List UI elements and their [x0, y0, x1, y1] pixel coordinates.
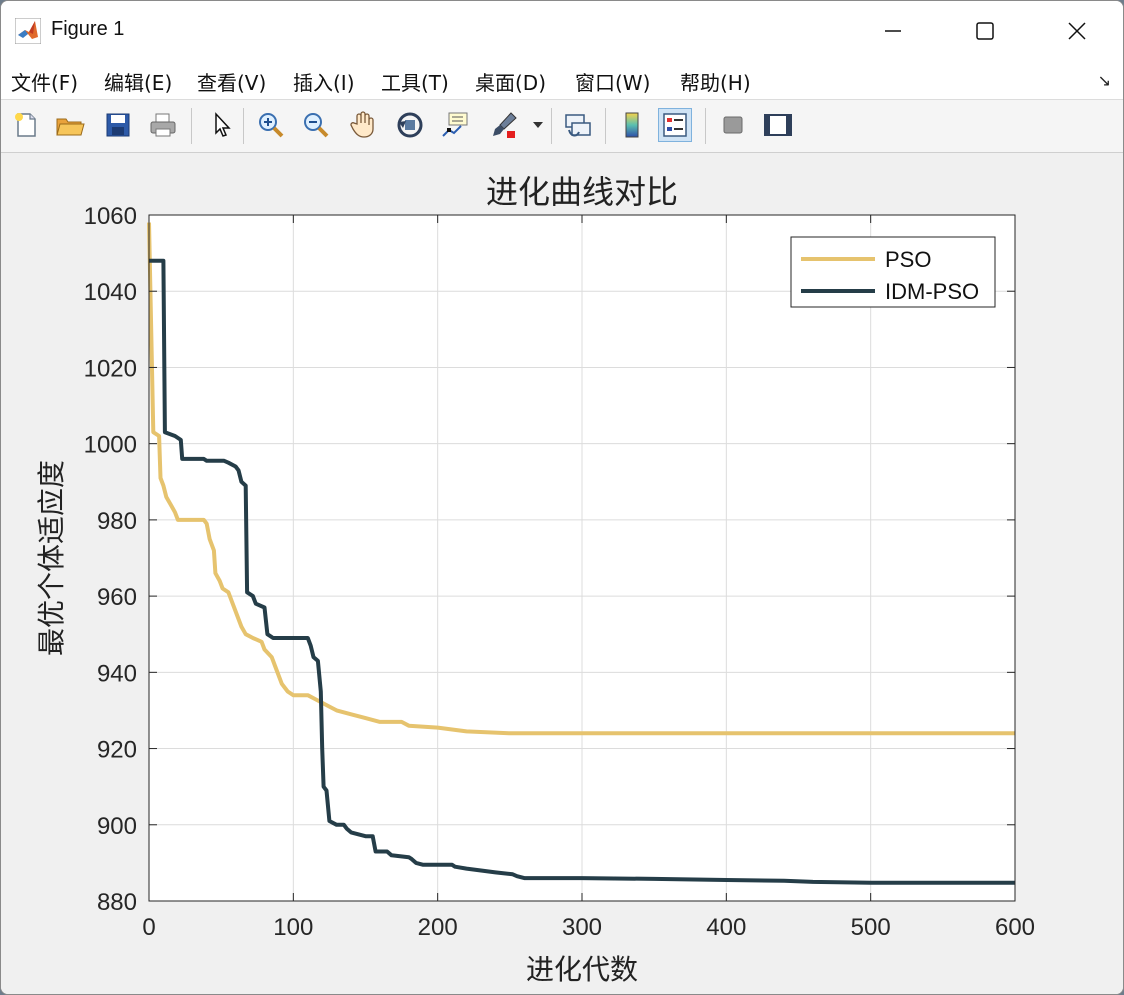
link-plot-button[interactable] — [561, 108, 595, 142]
y-tick-label: 920 — [97, 737, 137, 764]
menu-tools[interactable]: 工具(T) — [381, 67, 449, 96]
rotate-3d-icon — [397, 112, 423, 138]
save-icon — [106, 113, 130, 137]
menu-file[interactable]: 文件(F) — [11, 67, 78, 96]
figure-window: Figure 1 文件(F) 编辑(E) 查看(V) 插入(I) 工具(T) 桌… — [0, 0, 1124, 995]
window-title: Figure 1 — [51, 18, 125, 40]
menu-insert[interactable]: 插入(I) — [293, 67, 355, 96]
x-tick-label: 300 — [562, 914, 602, 941]
menu-window[interactable]: 窗口(W) — [575, 67, 650, 96]
title-bar[interactable]: Figure 1 — [1, 1, 1123, 61]
new-figure-button[interactable] — [9, 108, 43, 142]
data-cursor-button[interactable] — [439, 108, 473, 142]
maximize-icon — [976, 22, 994, 40]
toolbar-separator — [191, 108, 192, 144]
matlab-logo-icon — [15, 18, 41, 44]
save-button[interactable] — [101, 108, 135, 142]
menu-bar: 文件(F) 编辑(E) 查看(V) 插入(I) 工具(T) 桌面(D) 窗口(W… — [1, 61, 1123, 100]
menu-desktop[interactable]: 桌面(D) — [475, 67, 546, 96]
menu-overflow-icon[interactable]: ↘ — [1098, 71, 1111, 90]
show-plot-tools-icon — [764, 114, 792, 136]
y-axis-label: 最优个体适应度 — [36, 460, 67, 656]
pan-button[interactable] — [346, 108, 380, 142]
zoom-in-button[interactable] — [254, 108, 288, 142]
open-file-icon — [56, 118, 85, 136]
y-tick-label: 980 — [97, 508, 137, 535]
plot-svg[interactable]: 0 100 200 300 400 500 600 880 900 920 940 960 980 100… — [1, 153, 1123, 994]
close-button[interactable] — [1031, 1, 1123, 61]
rotate-3d-button[interactable] — [393, 108, 427, 142]
x-tick-label: 200 — [418, 914, 458, 941]
brush-button[interactable] — [487, 108, 521, 142]
menu-edit[interactable]: 编辑(E) — [104, 67, 172, 96]
x-tick-label: 600 — [995, 914, 1035, 941]
print-button[interactable] — [146, 108, 180, 142]
legend-label: IDM-PSO — [885, 279, 979, 304]
figure-canvas: 0 100 200 300 400 500 600 880 900 920 940 960 980 100… — [1, 153, 1123, 994]
open-file-button[interactable] — [53, 108, 87, 142]
chart-title: 进化曲线对比 — [486, 174, 678, 210]
toolbar-separator — [605, 108, 606, 144]
minimize-button[interactable] — [847, 1, 939, 61]
hide-plot-tools-button[interactable] — [716, 108, 750, 142]
data-cursor-icon — [442, 112, 468, 137]
pointer-button[interactable] — [203, 108, 237, 142]
brush-icon — [493, 112, 517, 138]
legend-label: PSO — [885, 247, 931, 272]
legend-icon — [663, 113, 687, 137]
y-tick-label: 940 — [97, 660, 137, 687]
y-tick-label: 1040 — [84, 279, 137, 306]
show-plot-tools-button[interactable] — [761, 108, 795, 142]
brush-dropdown-icon[interactable] — [533, 122, 543, 128]
y-tick-label: 1020 — [84, 355, 137, 382]
y-tick-label: 960 — [97, 584, 137, 611]
x-tick-label: 400 — [706, 914, 746, 941]
zoom-out-icon — [304, 113, 329, 138]
x-tick-label: 100 — [273, 914, 313, 941]
y-tick-label: 1000 — [84, 432, 137, 459]
colorbar-button[interactable] — [615, 108, 649, 142]
pan-hand-icon — [350, 111, 374, 138]
figure-toolbar — [1, 100, 1123, 153]
minimize-icon — [885, 30, 901, 32]
y-tick-label: 880 — [97, 889, 137, 916]
zoom-in-icon — [259, 113, 284, 138]
toolbar-separator — [705, 108, 706, 144]
colorbar-icon — [625, 112, 639, 138]
menu-view[interactable]: 查看(V) — [197, 67, 266, 96]
toolbar-separator — [551, 108, 552, 144]
print-icon — [150, 113, 176, 137]
pointer-icon — [215, 112, 231, 137]
hide-plot-tools-icon — [723, 116, 743, 134]
legend[interactable]: PSO IDM-PSO — [790, 236, 996, 308]
link-plot-icon — [565, 114, 591, 137]
legend-button[interactable] — [658, 108, 692, 142]
x-tick-label: 0 — [142, 914, 155, 941]
new-figure-icon — [15, 113, 36, 137]
x-tick-label: 500 — [851, 914, 891, 941]
close-icon — [1068, 22, 1086, 40]
toolbar-separator — [243, 108, 244, 144]
maximize-button[interactable] — [939, 1, 1031, 61]
zoom-out-button[interactable] — [299, 108, 333, 142]
y-tick-label: 1060 — [84, 203, 137, 230]
menu-help[interactable]: 帮助(H) — [680, 67, 751, 96]
y-tick-label: 900 — [97, 813, 137, 840]
x-axis-label: 进化代数 — [526, 954, 638, 985]
